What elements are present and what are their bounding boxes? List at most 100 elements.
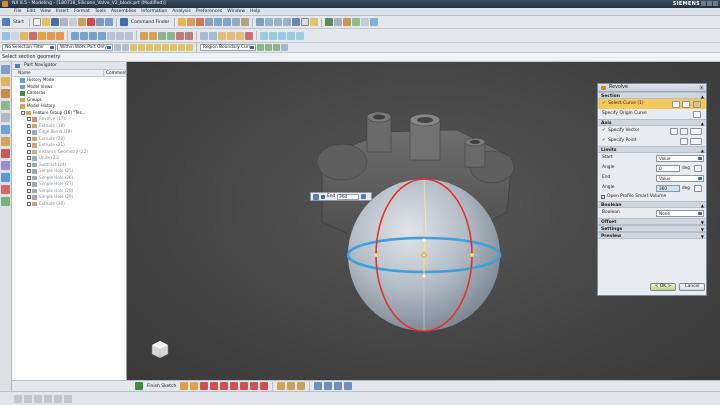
pad-icon[interactable]	[125, 31, 133, 40]
column-comment[interactable]: Comment	[104, 70, 126, 76]
studio-surface-icon[interactable]	[296, 31, 304, 40]
fit-icon[interactable]	[256, 18, 265, 26]
shell-icon[interactable]	[140, 31, 148, 40]
measure-icon[interactable]	[343, 18, 352, 26]
view-triad-icon[interactable]	[151, 340, 169, 359]
chamfer-icon[interactable]	[241, 18, 250, 26]
sketch-arc-icon[interactable]	[200, 382, 209, 390]
suppress-checkbox[interactable]	[27, 201, 31, 206]
offset-group[interactable]: Offset ▼	[598, 218, 706, 225]
curve-rule-dropdown[interactable]: Region Boundary Curv	[200, 44, 256, 51]
menu-help[interactable]: Help	[250, 9, 260, 14]
dialog-close-icon[interactable]: ×	[699, 85, 704, 90]
sketch-circle-icon[interactable]	[210, 382, 219, 390]
column-name[interactable]: Name	[12, 70, 104, 76]
status-icon-5[interactable]	[54, 394, 62, 403]
sketch-section-icon[interactable]	[672, 100, 680, 108]
status-icon-3[interactable]	[34, 394, 42, 403]
start-button[interactable]: Start	[13, 20, 24, 25]
open-icon[interactable]	[42, 18, 50, 26]
start-limit-handle[interactable]	[470, 253, 474, 257]
polygon-icon[interactable]	[240, 382, 249, 390]
reverse-vector-icon[interactable]	[670, 127, 678, 135]
suppress-checkbox[interactable]	[27, 156, 31, 160]
web-browser-tab-icon[interactable]	[1, 125, 10, 134]
command-finder-button[interactable]: Command Finder	[131, 20, 169, 25]
chain-within-feature-icon[interactable]	[273, 44, 280, 51]
visual-report-tab-icon[interactable]	[1, 197, 10, 206]
selection-scope-dropdown[interactable]: Within Work Part Only	[57, 44, 113, 51]
start-icon[interactable]	[2, 18, 10, 26]
pattern-icon[interactable]	[167, 31, 175, 40]
history-tab-icon[interactable]	[1, 137, 10, 146]
onscreen-end-value[interactable]: 360	[337, 193, 360, 200]
end-angle-input[interactable]: 360	[656, 184, 680, 192]
end-angle-menu-icon[interactable]	[694, 184, 702, 192]
expand-icon[interactable]: ▼	[701, 234, 704, 239]
boss-icon[interactable]	[107, 31, 115, 40]
quick-trim-icon[interactable]	[277, 382, 286, 390]
suppress-checkbox[interactable]	[27, 136, 31, 141]
view-orient-icon[interactable]	[310, 18, 319, 26]
snap-quadrant-icon[interactable]	[154, 44, 161, 51]
status-icon-4[interactable]	[44, 394, 52, 403]
onscreen-dropdown-icon[interactable]	[321, 194, 325, 199]
bounded-plane-icon[interactable]	[287, 31, 295, 40]
start-type-dropdown[interactable]: Value	[656, 154, 704, 162]
onscreen-options-icon[interactable]	[313, 193, 319, 200]
snap-center-icon[interactable]	[146, 44, 153, 51]
deselect-all-icon[interactable]	[122, 44, 129, 51]
status-icon-6[interactable]	[64, 394, 72, 403]
auto-constrain-icon[interactable]	[344, 382, 353, 390]
open-profile-checkbox[interactable]	[601, 195, 605, 199]
revolve-icon[interactable]	[196, 18, 205, 26]
section-group[interactable]: Section ▲	[598, 92, 706, 99]
snap-endpoint-icon[interactable]	[130, 44, 137, 51]
menu-analysis[interactable]: Analysis	[172, 9, 191, 14]
rotate-icon[interactable]	[283, 18, 292, 26]
ok-button[interactable]: < OK >	[650, 283, 676, 291]
undo-icon[interactable]	[96, 18, 104, 26]
menu-view[interactable]: View	[40, 9, 51, 14]
select-curve-row[interactable]: ✔ Select Curve (1)	[598, 99, 706, 109]
minimize-icon[interactable]	[701, 1, 706, 6]
roles-tab-icon[interactable]	[1, 173, 10, 182]
point-dialog-icon[interactable]	[680, 137, 688, 145]
replace-face-icon[interactable]	[236, 31, 244, 40]
suppress-checkbox[interactable]	[27, 182, 31, 186]
paste-icon[interactable]	[78, 18, 86, 26]
mirror-icon[interactable]	[158, 31, 166, 40]
subtract-icon[interactable]	[223, 18, 232, 26]
menu-file[interactable]: File	[14, 9, 22, 14]
start-angle-input[interactable]: 0	[656, 164, 680, 172]
selection-intent-icon[interactable]	[281, 44, 288, 51]
maximize-icon[interactable]	[707, 1, 712, 6]
save-icon[interactable]	[51, 18, 59, 26]
origin-curve-icon[interactable]	[693, 110, 701, 118]
arc-icon[interactable]	[56, 31, 64, 40]
point-icon[interactable]	[29, 31, 37, 40]
menu-preferences[interactable]: Preferences	[196, 9, 222, 14]
extrude-icon[interactable]	[187, 18, 196, 26]
vector-dialog-icon[interactable]	[680, 127, 688, 135]
boolean-dropdown[interactable]: None	[656, 209, 704, 217]
reuse-library-tab-icon[interactable]	[1, 101, 10, 110]
hd3d-tools-tab-icon[interactable]	[1, 113, 10, 122]
suppress-checkbox[interactable]	[27, 117, 31, 121]
axis-group[interactable]: Axis ▲	[598, 119, 706, 126]
suppress-checkbox[interactable]	[21, 110, 25, 115]
analysis-icon[interactable]	[352, 18, 361, 26]
menu-information[interactable]: Information	[141, 9, 167, 14]
settings-group[interactable]: Settings ▼	[598, 225, 706, 232]
specify-vector-row[interactable]: ✔ Specify Vector	[598, 126, 706, 136]
selection-filter-dropdown[interactable]: No Selection Filter	[2, 44, 56, 51]
system-scenes-tab-icon[interactable]	[1, 185, 10, 194]
boss-right[interactable]	[464, 137, 486, 168]
offset-face-icon[interactable]	[200, 31, 208, 40]
datum-plane-icon[interactable]	[2, 31, 10, 40]
end-type-dropdown[interactable]: Value	[656, 174, 704, 182]
vector-type-icon[interactable]	[690, 127, 702, 135]
zoom-icon[interactable]	[265, 18, 274, 26]
block-icon[interactable]	[71, 31, 79, 40]
cancel-button[interactable]: Cancel	[679, 283, 705, 291]
